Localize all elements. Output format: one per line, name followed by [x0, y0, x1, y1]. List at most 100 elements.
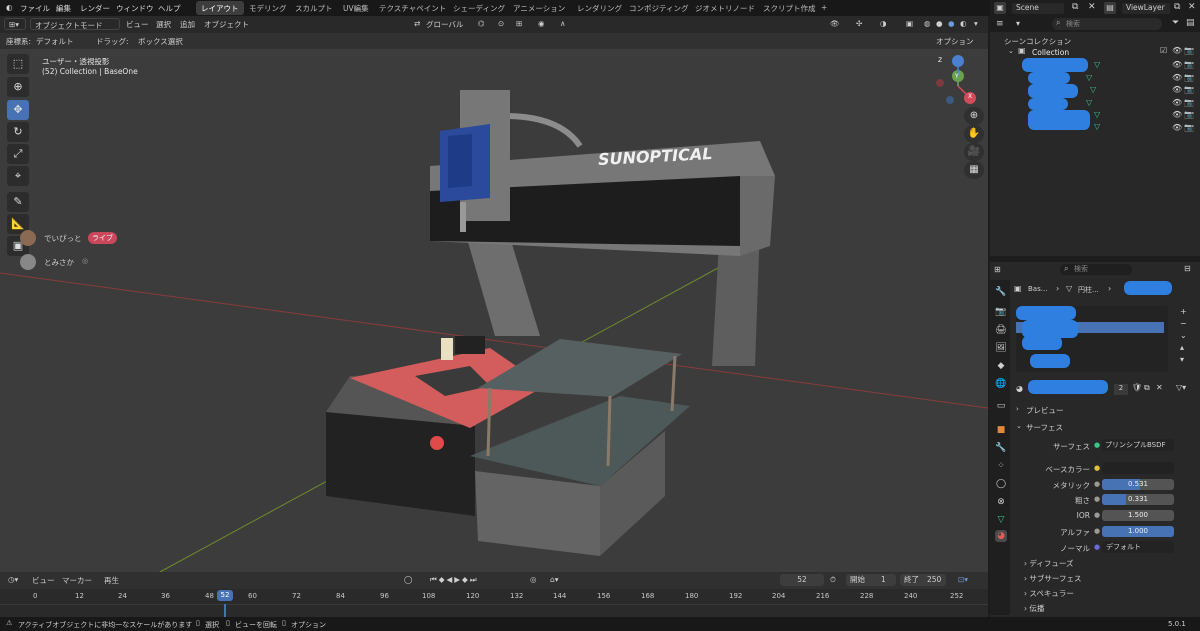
xray-icon[interactable]: ▣: [906, 19, 913, 28]
cursor-tool-icon[interactable]: ⊕: [7, 77, 29, 97]
menu-view[interactable]: ビュー: [126, 19, 149, 30]
keying-icon[interactable]: ◎: [530, 575, 537, 584]
blender-logo-icon[interactable]: ◐: [6, 3, 13, 12]
subsurface-section-label[interactable]: › サブサーフェス: [1024, 573, 1081, 584]
world-tab-icon[interactable]: 🌐: [995, 378, 1007, 390]
transform-tool-icon[interactable]: ⌖: [7, 166, 29, 186]
tab-shading[interactable]: シェーディング: [448, 1, 510, 15]
object-visibility-icons[interactable]: 👁 👁 👁 👁 👁 👁: [1172, 59, 1182, 134]
surface-section-label[interactable]: サーフェス: [1026, 422, 1063, 433]
roughness-slider[interactable]: 0.331: [1102, 494, 1174, 505]
object-tab-icon[interactable]: ■: [995, 424, 1007, 436]
fake-user-icon[interactable]: 🛡: [1132, 383, 1142, 392]
tool-tab-icon[interactable]: 🔧: [995, 286, 1007, 298]
unlink-material-icon[interactable]: ✕: [1156, 383, 1163, 392]
editor-type-dropdown[interactable]: ⊞▾: [4, 18, 26, 30]
filter-dropdown-icon[interactable]: ▾: [1016, 19, 1020, 28]
constraints-tab-icon[interactable]: ⊗: [995, 496, 1007, 508]
options-dropdown[interactable]: オプション: [936, 36, 974, 47]
menu-edit[interactable]: 編集: [56, 3, 71, 14]
view-layer-selector[interactable]: ViewLayer: [1122, 3, 1170, 14]
slot-list-controls[interactable]: + − ⌄ ▴ ▾: [1180, 306, 1187, 366]
specular-section-label[interactable]: › スペキュラー: [1024, 588, 1074, 599]
ior-field[interactable]: 1.500: [1102, 510, 1174, 521]
timeline-options-icon[interactable]: ⊡▾: [958, 575, 968, 584]
new-collection-icon[interactable]: ▤: [1186, 18, 1195, 28]
shading-material-icon[interactable]: ●: [948, 19, 955, 28]
browse-material-icon[interactable]: ▽▾: [1176, 383, 1186, 392]
properties-search-input[interactable]: 検索: [1060, 264, 1132, 275]
view-layer-tab-icon[interactable]: 🖼: [995, 342, 1007, 354]
timeline-menu-playback[interactable]: 再生: [104, 575, 119, 586]
metallic-slider[interactable]: 0.531: [1102, 479, 1174, 490]
menu-object[interactable]: オブジェクト: [204, 19, 249, 30]
preview-expand-icon[interactable]: ›: [1016, 405, 1019, 413]
collection-expand-icon[interactable]: ⌄: [1008, 47, 1014, 55]
view-layer-icon[interactable]: ▤: [1104, 2, 1116, 14]
current-frame-field[interactable]: 52: [780, 574, 824, 586]
transform-orientation-dropdown[interactable]: グローバル: [426, 19, 463, 30]
annotate-tool-icon[interactable]: ✎: [7, 192, 29, 212]
base-color-swatch[interactable]: [1102, 462, 1174, 474]
collection-visibility-icon[interactable]: 👁: [1172, 46, 1182, 55]
collection-render-icon[interactable]: 📷: [1184, 46, 1194, 55]
coordinate-dropdown[interactable]: デフォルト: [36, 36, 74, 47]
tab-sculpt[interactable]: スカルプト: [290, 1, 338, 15]
pin-icon[interactable]: ⊟: [1184, 264, 1191, 273]
select-box-tool-icon[interactable]: ⬚: [7, 54, 29, 74]
tab-modeling[interactable]: モデリング: [244, 1, 292, 15]
shading-render-icon[interactable]: ◐: [960, 19, 967, 28]
snap-icon[interactable]: ⊙: [498, 19, 504, 28]
pivot-icon[interactable]: ⌬: [478, 19, 485, 28]
stopwatch-icon[interactable]: ⏱: [830, 575, 836, 585]
timeline-menu-view[interactable]: ビュー: [32, 575, 55, 586]
filter-icon[interactable]: ⏷: [1172, 18, 1179, 28]
tab-rendering[interactable]: レンダリング: [572, 1, 627, 15]
outliner-search-input[interactable]: 検索: [1052, 18, 1162, 30]
duplicate-material-icon[interactable]: ⧉: [1144, 383, 1150, 393]
diffuse-section-label[interactable]: › ディフューズ: [1024, 558, 1074, 569]
object-render-icons[interactable]: 📷 📷 📷 📷 📷 📷: [1184, 59, 1194, 134]
modifier-tab-icon[interactable]: 🔧: [995, 442, 1007, 454]
proportional-edit-icon[interactable]: ◉: [538, 19, 545, 28]
collection-checkbox-icon[interactable]: ☑: [1160, 46, 1167, 55]
rotate-tool-icon[interactable]: ↻: [7, 122, 29, 142]
surface-shader-dropdown[interactable]: プリンシプルBSDF: [1102, 439, 1174, 451]
drag-dropdown[interactable]: ボックス選択: [138, 36, 183, 47]
collection-tab-icon[interactable]: ▭: [995, 400, 1007, 412]
playhead-frame-badge[interactable]: 52: [217, 590, 233, 601]
playback-controls[interactable]: ⏮◆◀▶◆⏭: [430, 575, 479, 585]
physics-tab-icon[interactable]: ◯: [995, 478, 1007, 490]
properties-editor-icon[interactable]: ⊞: [994, 265, 1001, 274]
shading-wireframe-icon[interactable]: ◍: [924, 19, 931, 28]
keying-set-icon[interactable]: ⌂▾: [550, 575, 559, 584]
material-tab-icon[interactable]: ◕: [995, 530, 1007, 542]
output-tab-icon[interactable]: 🖨: [995, 324, 1007, 336]
preview-section-label[interactable]: プレビュー: [1026, 405, 1064, 416]
shading-options-icon[interactable]: ▾: [974, 19, 978, 28]
tab-scripting[interactable]: スクリプト作成: [758, 1, 821, 15]
alpha-slider[interactable]: 1.000: [1102, 526, 1174, 537]
tab-compositing[interactable]: コンポジティング: [624, 1, 694, 15]
surface-expand-icon[interactable]: ⌄: [1016, 422, 1022, 430]
display-mode-icon[interactable]: ≡: [996, 19, 1004, 29]
start-frame-field[interactable]: 開始 1: [846, 574, 896, 586]
timeline-menu-marker[interactable]: マーカー: [62, 575, 92, 586]
zoom-view-icon[interactable]: ⊕: [964, 107, 984, 125]
falloff-icon[interactable]: ∧: [560, 19, 566, 28]
tab-uv-edit[interactable]: UV編集: [338, 1, 374, 15]
menu-window[interactable]: ウィンドウ: [116, 3, 154, 14]
menu-file[interactable]: ファイル: [20, 3, 50, 14]
scene-tab-icon[interactable]: ◆: [995, 360, 1007, 372]
add-workspace-button[interactable]: +: [816, 1, 832, 15]
collection-label[interactable]: Collection: [1032, 48, 1069, 57]
close-view-layer-icon[interactable]: ✕: [1188, 2, 1196, 12]
visibility-icon[interactable]: 👁: [830, 19, 840, 28]
scale-tool-icon[interactable]: ⤢: [7, 144, 29, 164]
copy-scene-icon[interactable]: ⧉: [1072, 2, 1078, 12]
render-tab-icon[interactable]: 📷: [995, 306, 1007, 318]
tab-layout[interactable]: レイアウト: [196, 1, 244, 15]
snap-target-icon[interactable]: ⊞: [516, 19, 522, 28]
normal-dropdown[interactable]: デフォルト: [1102, 541, 1174, 553]
grid-perspective-icon[interactable]: ▦: [964, 161, 984, 179]
